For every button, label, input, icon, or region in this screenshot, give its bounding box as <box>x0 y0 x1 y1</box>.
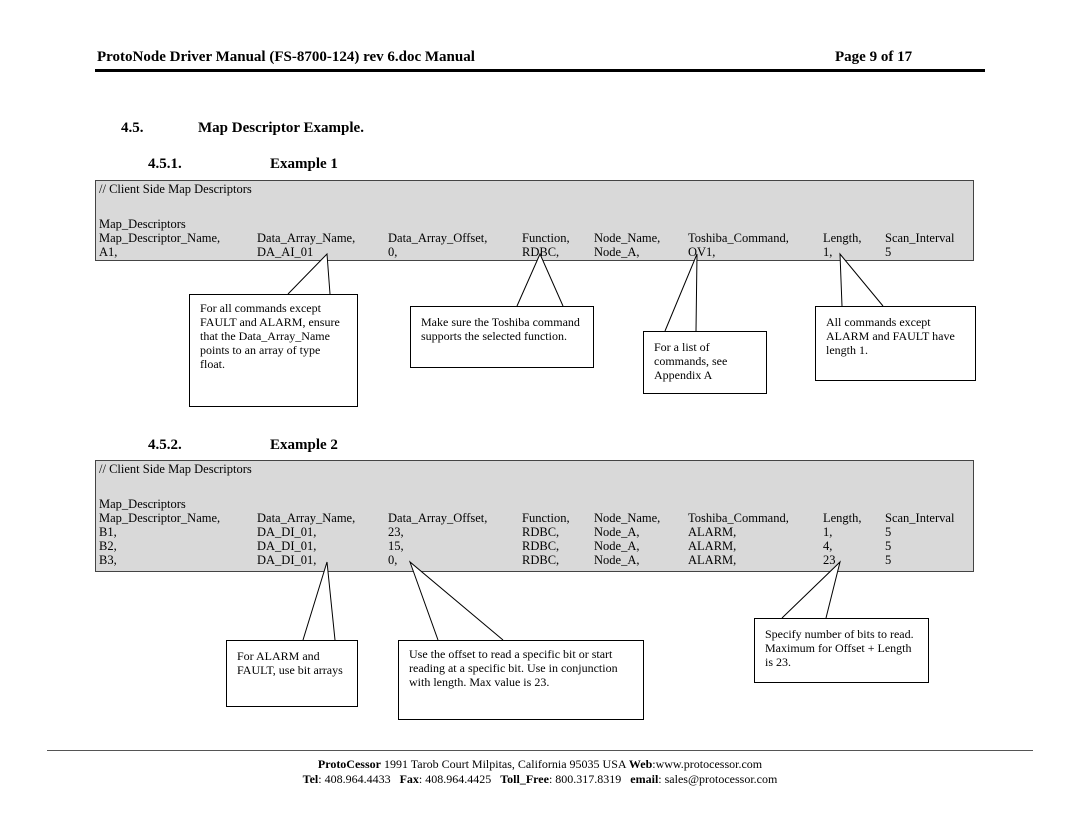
cell: DA_DI_01, <box>257 525 317 539</box>
section-title: Map Descriptor Example. <box>198 120 364 136</box>
footer-tollfree-label: Toll_Free <box>500 772 549 786</box>
col-header: Function, <box>522 231 570 245</box>
example1-title: Example 1 <box>270 156 338 172</box>
callout-length-one: All commands except ALARM and FAULT have… <box>815 306 976 381</box>
code-comment: // Client Side Map Descriptors <box>99 462 252 476</box>
col-header: Length, <box>823 231 862 245</box>
footer-rule <box>47 750 1033 751</box>
example2-title: Example 2 <box>270 437 338 453</box>
cell: RDBC, <box>522 539 560 553</box>
table-row: B3, DA_DI_01, 0, RDBC, Node_A, ALARM, 23… <box>96 553 973 567</box>
cell: A1, <box>99 245 118 259</box>
header-rule <box>95 69 985 72</box>
cell: 4, <box>823 539 833 553</box>
code-block-label: Map_Descriptors <box>99 217 186 231</box>
section-number: 4.5. <box>121 120 144 136</box>
table-row: A1, DA_AI_01 0, RDBC, Node_A, OV1, 1, 5 <box>96 245 973 259</box>
example1-code-block: // Client Side Map Descriptors Map_Descr… <box>95 180 974 261</box>
cell: 5 <box>885 539 892 553</box>
cell: 23 <box>823 553 836 567</box>
pointer-offset <box>408 560 504 641</box>
callout-bit-arrays: For ALARM and FAULT, use bit arrays <box>226 640 358 707</box>
example2-code-block: // Client Side Map Descriptors Map_Descr… <box>95 460 974 572</box>
col-header: Data_Array_Offset, <box>388 231 488 245</box>
cell: RDBC, <box>522 245 560 259</box>
code-block-label: Map_Descriptors <box>99 497 186 511</box>
cell: OV1, <box>688 245 716 259</box>
cell: B2, <box>99 539 117 553</box>
col-header: Length, <box>823 511 862 525</box>
code-comment: // Client Side Map Descriptors <box>99 182 252 196</box>
footer-web: :www.protocessor.com <box>652 757 763 771</box>
pointer-toshiba-command <box>664 253 698 332</box>
cell: Node_A, <box>594 245 640 259</box>
cell: RDBC, <box>522 553 560 567</box>
footer-fax: : 408.964.4425 <box>418 772 501 786</box>
document-title: ProtoNode Driver Manual (FS-8700-124) re… <box>97 49 475 65</box>
footer-line-2: Tel: 408.964.4433 Fax: 408.964.4425 Toll… <box>0 772 1080 787</box>
col-header: Data_Array_Name, <box>257 511 356 525</box>
callout-toshiba-function: Make sure the Toshiba command supports t… <box>410 306 594 368</box>
cell: 23, <box>388 525 404 539</box>
footer-email: : sales@protocessor.com <box>658 772 778 786</box>
cell: ALARM, <box>688 525 737 539</box>
cell: B3, <box>99 553 117 567</box>
page-number: Page 9 of 17 <box>835 49 913 65</box>
cell: Node_A, <box>594 525 640 539</box>
callout-data-array-float: For all commands except FAULT and ALARM,… <box>189 294 358 407</box>
callout-number-of-bits: Specify number of bits to read. Maximum … <box>754 618 929 683</box>
pointer-length <box>839 252 884 307</box>
col-header: Data_Array_Offset, <box>388 511 488 525</box>
col-header: Map_Descriptor_Name, <box>99 231 221 245</box>
footer-email-label: email <box>630 772 659 786</box>
cell: 15, <box>388 539 404 553</box>
col-header: Toshiba_Command, <box>688 511 789 525</box>
callout-offset-info: Use the offset to read a specific bit or… <box>398 640 644 720</box>
footer-address: 1991 Tarob Court Milpitas, California 95… <box>380 757 629 771</box>
footer-company: ProtoCessor <box>317 757 381 771</box>
column-header-row: Map_Descriptor_Name, Data_Array_Name, Da… <box>96 511 973 525</box>
cell: DA_AI_01 <box>257 245 314 259</box>
col-header: Map_Descriptor_Name, <box>99 511 221 525</box>
col-header: Node_Name, <box>594 511 661 525</box>
footer-tel-label: Tel <box>302 772 319 786</box>
column-header-row: Map_Descriptor_Name, Data_Array_Name, Da… <box>96 231 973 245</box>
example2-number: 4.5.2. <box>148 437 182 453</box>
table-row: B2, DA_DI_01, 15, RDBC, Node_A, ALARM, 4… <box>96 539 973 553</box>
cell: 0, <box>388 245 398 259</box>
cell: RDBC, <box>522 525 560 539</box>
cell: Node_A, <box>594 539 640 553</box>
cell: 5 <box>885 553 892 567</box>
col-header: Toshiba_Command, <box>688 231 789 245</box>
cell: DA_DI_01, <box>257 553 317 567</box>
col-header: Function, <box>522 511 570 525</box>
footer-fax-label: Fax <box>399 772 419 786</box>
callout-command-list: For a list of commands, see Appendix A <box>643 331 767 394</box>
footer-tollfree: : 800.317.8319 <box>548 772 631 786</box>
cell: B1, <box>99 525 117 539</box>
col-header: Scan_Interval <box>885 231 955 245</box>
table-row: B1, DA_DI_01, 23, RDBC, Node_A, ALARM, 1… <box>96 525 973 539</box>
cell: 1, <box>823 525 833 539</box>
footer-line-1: ProtoCessor 1991 Tarob Court Milpitas, C… <box>0 757 1080 772</box>
cell: 0, <box>388 553 398 567</box>
cell: ALARM, <box>688 553 737 567</box>
cell: 1, <box>823 245 833 259</box>
cell: ALARM, <box>688 539 737 553</box>
footer-tel: : 408.964.4433 <box>318 772 400 786</box>
footer-web-label: Web <box>628 757 653 771</box>
cell: DA_DI_01, <box>257 539 317 553</box>
col-header: Scan_Interval <box>885 511 955 525</box>
col-header: Node_Name, <box>594 231 661 245</box>
example1-number: 4.5.1. <box>148 156 182 172</box>
cell: 5 <box>885 245 892 259</box>
cell: 5 <box>885 525 892 539</box>
cell: Node_A, <box>594 553 640 567</box>
col-header: Data_Array_Name, <box>257 231 356 245</box>
pointer-function <box>516 252 564 307</box>
pointer-bit-arrays <box>302 561 336 641</box>
